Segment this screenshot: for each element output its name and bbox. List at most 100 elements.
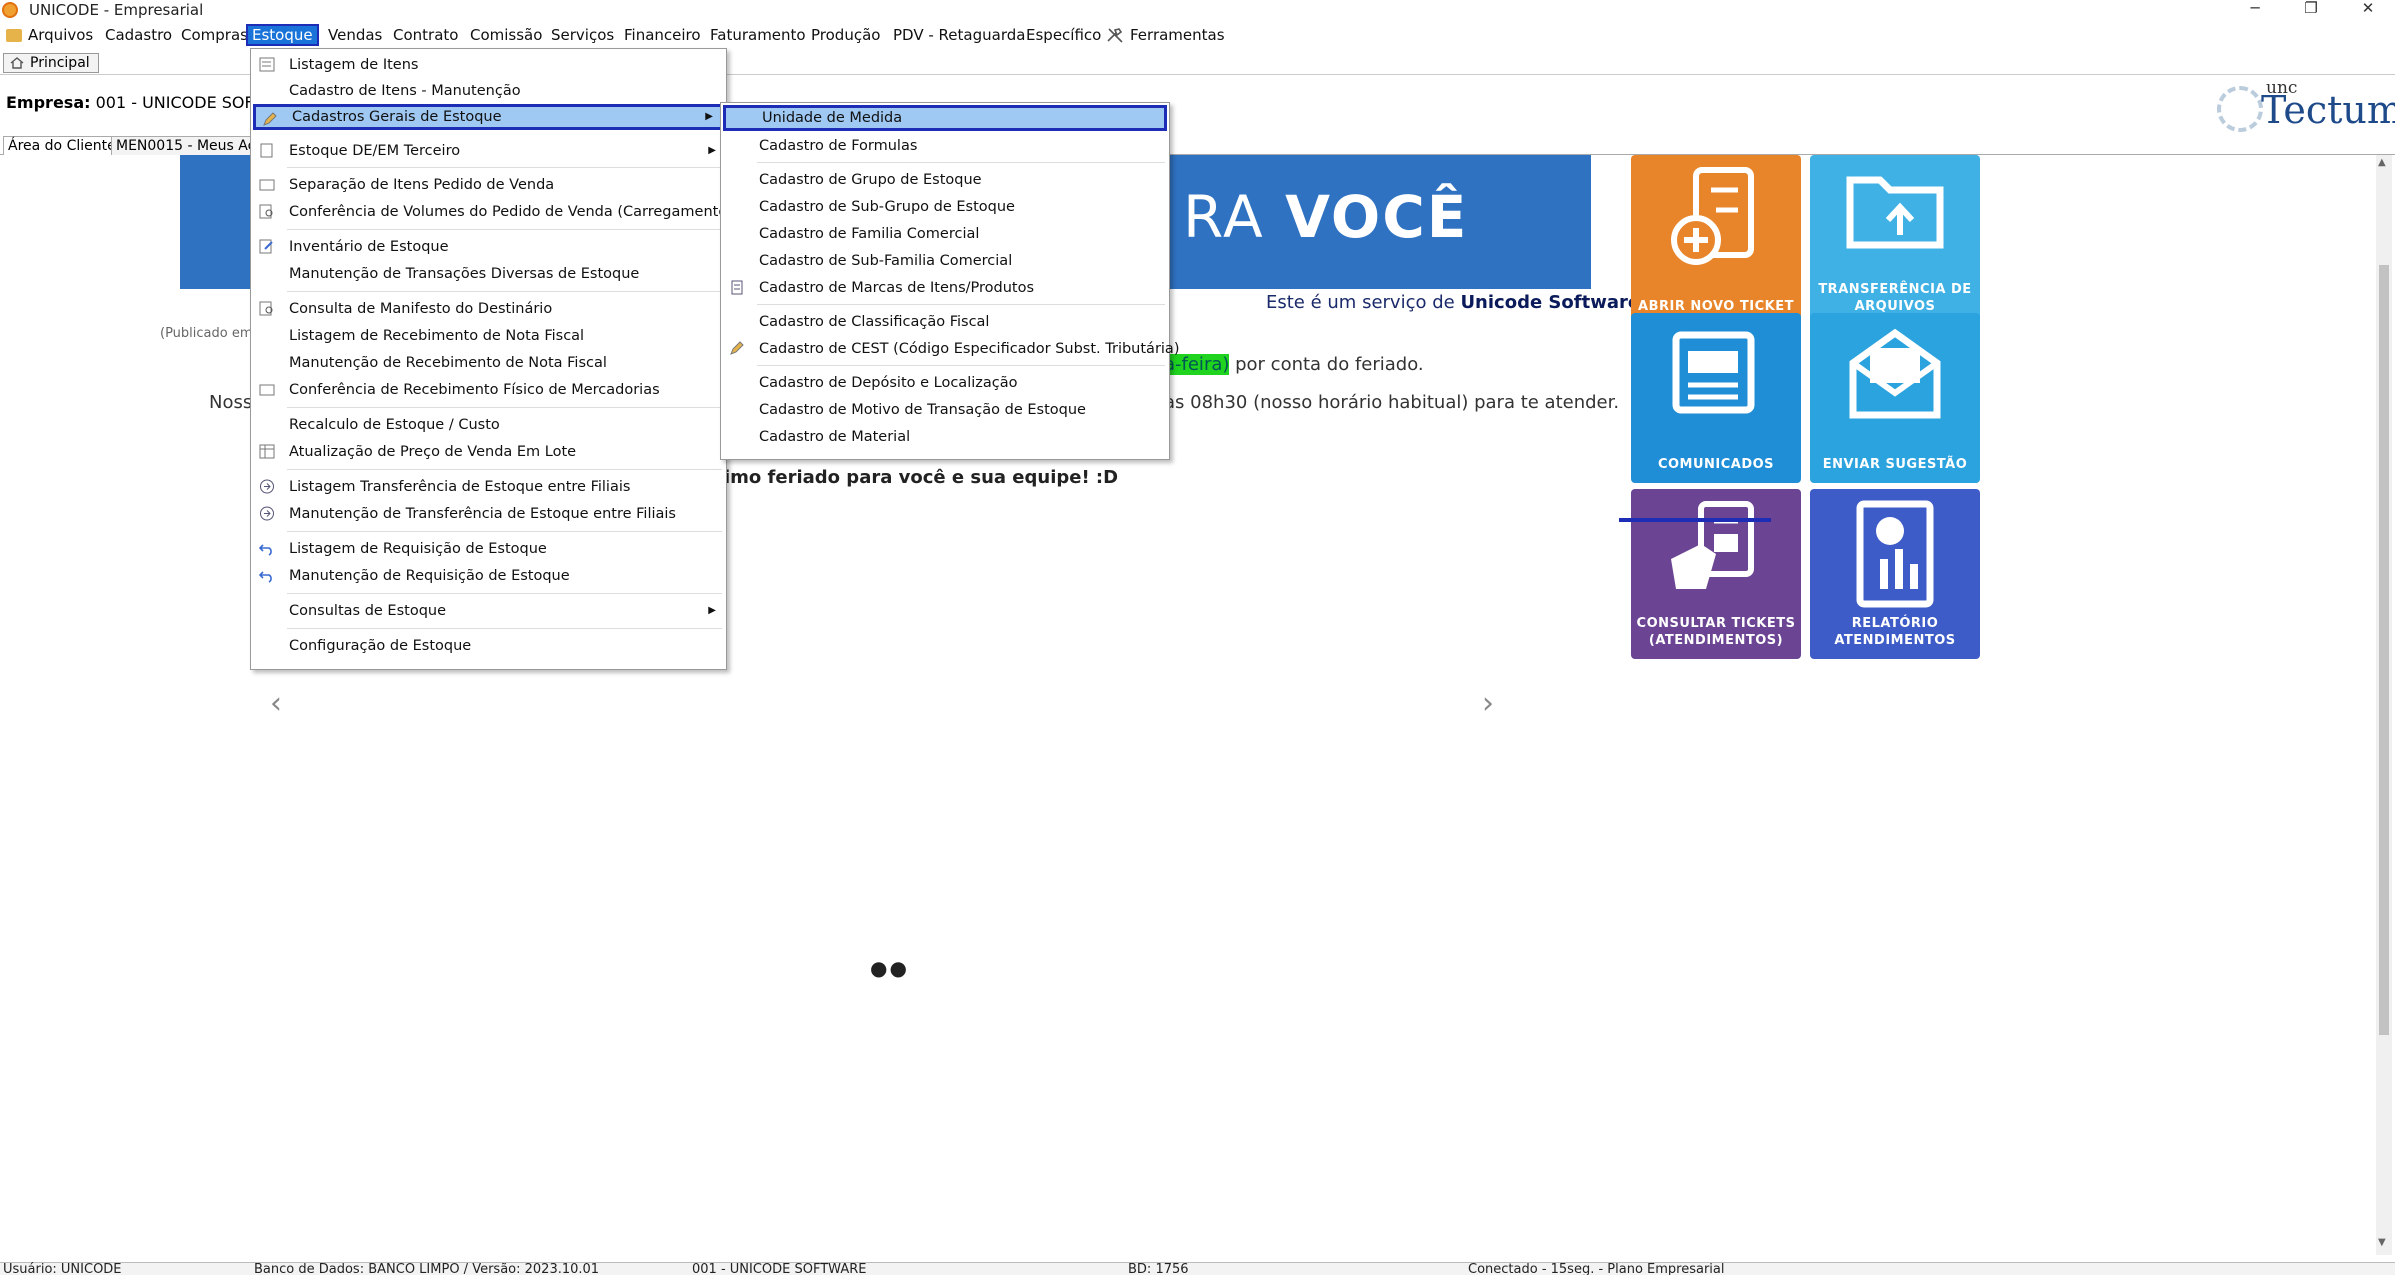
- tile-consultar-tickets[interactable]: CONSULTAR TICKETS (ATENDIMENTOS): [1631, 489, 1801, 659]
- submenu-arrow-icon: ▶: [708, 145, 716, 156]
- tectum-logo: unc Tectum: [2211, 74, 2395, 134]
- search-document-icon: [259, 204, 273, 219]
- service-prefix: Este é um serviço de: [1266, 292, 1461, 313]
- status-conexao: Conectado - 15seg. - Plano Empresarial: [1468, 1262, 1725, 1275]
- menu-item-inventario-estoque[interactable]: Inventário de Estoque: [253, 234, 724, 260]
- menu-item-consultas-estoque[interactable]: Consultas de Estoque ▶: [253, 598, 724, 624]
- scrollbar-thumb[interactable]: [2379, 265, 2389, 1035]
- submenu-item-marcas-itens[interactable]: Cadastro de Marcas de Itens/Produtos: [723, 275, 1167, 301]
- list-icon: [259, 57, 275, 72]
- menu-item-listagem-requisicao[interactable]: Listagem de Requisição de Estoque: [253, 536, 724, 562]
- submenu-item-cadastro-formulas[interactable]: Cadastro de Formulas: [723, 133, 1167, 159]
- newspaper-icon: [1672, 331, 1755, 414]
- menu-item-listagem-recebimento[interactable]: Listagem de Recebimento de Nota Fiscal: [253, 323, 724, 349]
- menu-bar: Arquivos Cadastro Compras Estoque Vendas…: [0, 21, 2395, 48]
- menu-faturamento[interactable]: Faturamento: [706, 24, 810, 46]
- carousel-dots[interactable]: ●●: [870, 956, 909, 980]
- empresa-line: Empresa: 001 - UNICODE SOFTV: [6, 93, 274, 112]
- submenu-item-familia-comercial[interactable]: Cadastro de Familia Comercial: [723, 221, 1167, 247]
- menu-item-cadastro-itens-manutencao[interactable]: Cadastro de Itens - Manutenção: [253, 78, 724, 104]
- window-title: UNICODE - Empresarial: [29, 1, 204, 19]
- scroll-up-icon[interactable]: ▲: [2378, 157, 2386, 168]
- menu-cadastro[interactable]: Cadastro: [101, 24, 176, 46]
- empresa-value: 001 - UNICODE SOFTV: [95, 93, 275, 112]
- menu-separator: [287, 593, 722, 594]
- empresa-label: Empresa:: [6, 93, 91, 112]
- principal-tab[interactable]: Principal: [3, 53, 99, 73]
- transfer-icon: [260, 479, 274, 494]
- submenu-item-cadastro-material[interactable]: Cadastro de Material: [723, 424, 1167, 450]
- envelope-icon: [1849, 328, 1941, 419]
- tile-enviar-sugestao[interactable]: ENVIAR SUGESTÃO: [1810, 313, 1980, 483]
- close-button[interactable]: ✕: [2345, 0, 2391, 18]
- menu-item-manutencao-recebimento[interactable]: Manutenção de Recebimento de Nota Fiscal: [253, 350, 724, 376]
- submenu-item-sub-grupo-estoque[interactable]: Cadastro de Sub-Grupo de Estoque: [723, 194, 1167, 220]
- menu-servicos[interactable]: Serviços: [547, 24, 618, 46]
- menu-separator: [287, 628, 722, 629]
- menu-item-conferencia-recebimento[interactable]: Conferência de Recebimento Físico de Mer…: [253, 377, 724, 403]
- menu-item-cadastros-gerais-estoque[interactable]: Cadastros Gerais de Estoque ▶: [253, 104, 724, 130]
- tile-comunicados[interactable]: COMUNICADOS: [1631, 313, 1801, 483]
- menu-item-configuracao-estoque[interactable]: Configuração de Estoque: [253, 633, 724, 659]
- document-icon: [731, 280, 743, 295]
- annotation-line: [1619, 518, 1771, 522]
- menu-item-consulta-manifesto[interactable]: Consulta de Manifesto do Destinário: [253, 296, 724, 322]
- menu-separator: [287, 469, 722, 470]
- menu-item-listagem-itens[interactable]: Listagem de Itens: [253, 52, 724, 78]
- menu-item-recalculo-estoque[interactable]: Recalculo de Estoque / Custo: [253, 412, 724, 438]
- title-bar: UNICODE - Empresarial ─ ❐ ✕: [0, 0, 2395, 20]
- submenu-item-deposito-localizacao[interactable]: Cadastro de Depósito e Localização: [723, 370, 1167, 396]
- folder-upload-icon: [1846, 176, 1944, 249]
- document-icon: [260, 143, 273, 158]
- next-arrow-icon[interactable]: ›: [1482, 686, 1494, 721]
- status-usuario: Usuário: UNICODE: [3, 1262, 122, 1275]
- submenu-item-cest[interactable]: Cadastro de CEST (Código Especificador S…: [723, 336, 1179, 362]
- report-icon: [1856, 500, 1934, 608]
- undo-arrow-icon: [259, 571, 272, 583]
- service-line: Este é um serviço de Unicode Software: [1266, 292, 1640, 313]
- menu-estoque[interactable]: Estoque: [246, 24, 319, 46]
- menu-item-atualizacao-preco[interactable]: Atualização de Preço de Venda Em Lote: [253, 439, 724, 465]
- scroll-down-icon[interactable]: ▼: [2378, 1237, 2386, 1248]
- notice-line-1: a-feira) por conta do feriado.: [1164, 354, 1424, 375]
- tile-transferencia-arquivos[interactable]: TRANSFERÊNCIA DE ARQUIVOS: [1810, 155, 1980, 325]
- submenu-item-sub-familia-comercial[interactable]: Cadastro de Sub-Familia Comercial: [723, 248, 1167, 274]
- menu-item-estoque-de-em-terceiro[interactable]: Estoque DE/EM Terceiro ▶: [253, 138, 724, 164]
- submenu-item-classificacao-fiscal[interactable]: Cadastro de Classificação Fiscal: [723, 309, 1167, 335]
- menu-item-conferencia-volumes[interactable]: Conferência de Volumes do Pedido de Vend…: [253, 199, 733, 225]
- table-icon: [259, 444, 275, 459]
- menu-especifico[interactable]: Específico: [1022, 24, 1105, 46]
- menu-item-listagem-transferencia[interactable]: Listagem Transferência de Estoque entre …: [253, 474, 724, 500]
- box-icon: [259, 179, 275, 191]
- menu-ferramentas[interactable]: Ferramentas: [1126, 24, 1229, 46]
- restore-button[interactable]: ❐: [2288, 0, 2334, 18]
- menu-item-manutencao-transferencia[interactable]: Manutenção de Transferência de Estoque e…: [253, 501, 724, 527]
- menu-compras[interactable]: Compras: [177, 24, 252, 46]
- consult-ticket-icon: [1671, 501, 1754, 589]
- vertical-scrollbar[interactable]: ▲ ▼: [2376, 155, 2392, 1255]
- menu-vendas[interactable]: Vendas: [324, 24, 386, 46]
- menu-separator: [757, 304, 1165, 305]
- menu-item-separacao-itens[interactable]: Separação de Itens Pedido de Venda: [253, 172, 724, 198]
- estoque-menu: Listagem de Itens Cadastro de Itens - Ma…: [250, 48, 733, 670]
- menu-item-manutencao-requisicao[interactable]: Manutenção de Requisição de Estoque: [253, 563, 724, 589]
- menu-producao[interactable]: Produção: [807, 24, 884, 46]
- submenu-item-unidade-medida[interactable]: Unidade de Medida: [723, 105, 1167, 131]
- tile-abrir-novo-ticket[interactable]: ABRIR NOVO TICKET: [1631, 155, 1801, 325]
- menu-contrato[interactable]: Contrato: [389, 24, 462, 46]
- submenu-item-grupo-estoque[interactable]: Cadastro de Grupo de Estoque: [723, 167, 1167, 193]
- app-icon: [2, 2, 18, 18]
- tile-label: ENVIAR SUGESTÃO: [1822, 457, 1968, 472]
- tile-relatorio-atendimentos[interactable]: RELATÓRIO ATENDIMENTOS: [1810, 489, 1980, 659]
- prev-arrow-icon[interactable]: ‹: [270, 686, 282, 721]
- menu-item-manutencao-transacoes[interactable]: Manutenção de Transações Diversas de Est…: [253, 261, 724, 287]
- status-empresa: 001 - UNICODE SOFTWARE: [692, 1262, 867, 1275]
- menu-arquivos[interactable]: Arquivos: [24, 24, 97, 46]
- minimize-button[interactable]: ─: [2232, 0, 2278, 18]
- submenu-item-motivo-transacao[interactable]: Cadastro de Motivo de Transação de Estoq…: [723, 397, 1167, 423]
- tab-area-do-cliente[interactable]: Área do Cliente: [3, 136, 121, 155]
- menu-financeiro[interactable]: Financeiro: [620, 24, 705, 46]
- menu-separator: [287, 167, 722, 168]
- menu-comissao[interactable]: Comissão: [466, 24, 546, 46]
- menu-pdv-retaguarda[interactable]: PDV - Retaguarda: [889, 24, 1029, 46]
